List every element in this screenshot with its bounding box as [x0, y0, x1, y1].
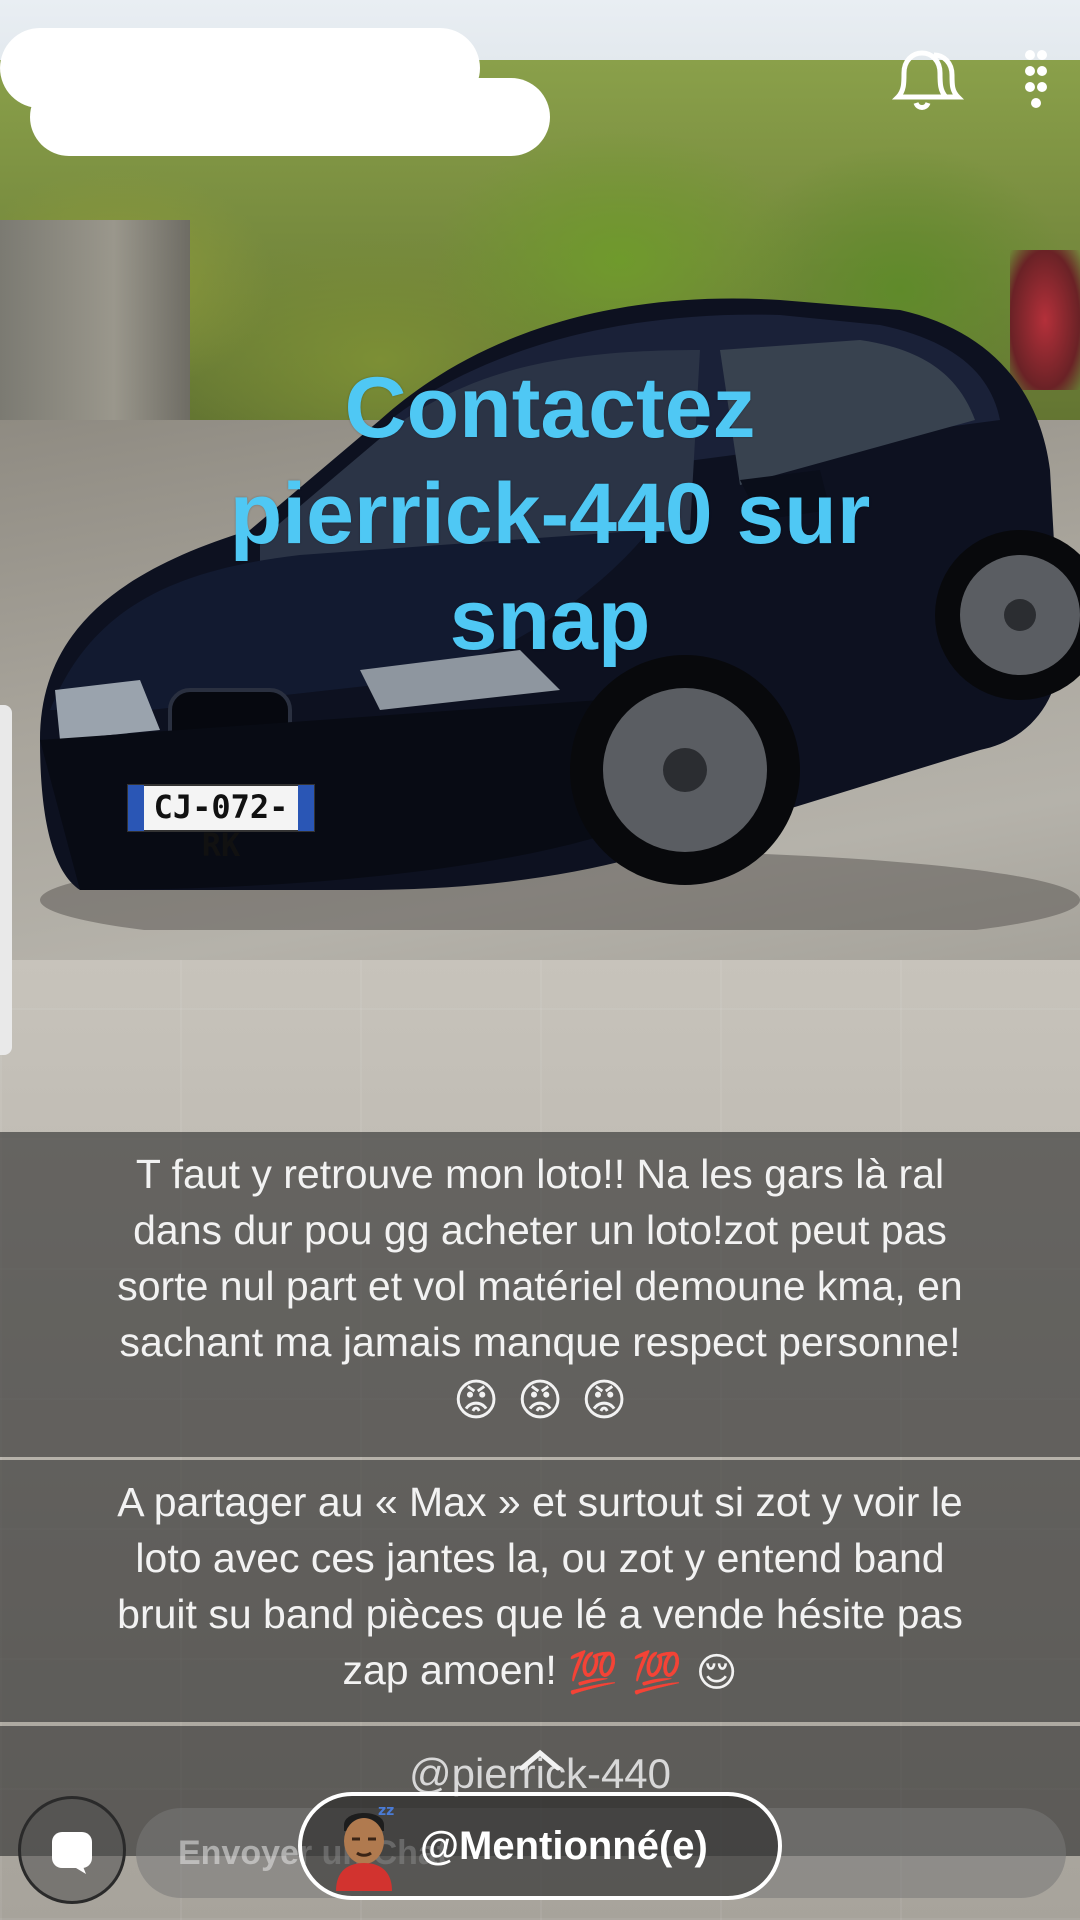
angry-emoji-row: 😡 😡 😡 [451, 1376, 629, 1426]
bitmoji-avatar: zz [336, 1803, 394, 1891]
camera-button[interactable] [18, 1796, 126, 1904]
mention-button-label: @Mentionné(e) [420, 1823, 708, 1868]
caption-2-line-4-wrap: zap amoen! 💯 💯 😌 [24, 1642, 1056, 1701]
caption-2-line-4: zap amoen! [342, 1647, 557, 1693]
chevron-up-icon[interactable] [518, 1748, 562, 1772]
angry-emoji-icon: 😡 [453, 1376, 499, 1426]
camera-icon [52, 1832, 92, 1874]
caption-2-line-3: bruit su band pièces que lé a vende hési… [117, 1591, 963, 1637]
caption-1-line-2: dans dur pou gg acheter un loto!zot peut… [133, 1207, 947, 1253]
overlay-line-3: snap [449, 572, 651, 668]
caption-2-line-2: loto avec ces jantes la, ou zot y entend… [135, 1535, 945, 1581]
caption-1-line-4: sachant ma jamais manque respect personn… [119, 1319, 961, 1365]
top-toolbar [882, 40, 1056, 120]
more-dots-icon[interactable] [1016, 40, 1056, 120]
svg-text:zz: zz [378, 1803, 394, 1819]
notification-bell-icon[interactable] [882, 40, 972, 120]
license-plate-text: CJ-072-RK [153, 788, 289, 864]
caption-block-1: T faut y retrouve mon loto!! Na les gars… [0, 1132, 1080, 1457]
redacted-username-2 [30, 78, 550, 156]
mention-button[interactable]: zz @Mentionné(e) [298, 1792, 782, 1900]
caption-1-line-1: T faut y retrouve mon loto!! Na les gars… [135, 1151, 945, 1197]
overlay-title: Contactez pierrick-440 sur snap [140, 355, 960, 673]
hundred-emoji-icon: 💯 [631, 1651, 682, 1696]
angry-emoji-icon: 😡 [581, 1376, 627, 1426]
overlay-line-2: pierrick-440 sur [229, 466, 871, 562]
hundred-emoji-row: 💯 💯 😌 [568, 1645, 737, 1701]
angry-emoji-icon: 😡 [517, 1376, 563, 1426]
caption-1-line-3: sorte nul part et vol matériel demoune k… [117, 1263, 963, 1309]
overlay-line-1: Contactez [344, 360, 756, 456]
relieved-emoji-icon: 😌 [695, 1651, 738, 1696]
caption-block-2: A partager au « Max » et surtout si zot … [0, 1460, 1080, 1722]
caption-2-line-1: A partager au « Max » et surtout si zot … [117, 1479, 963, 1525]
hundred-emoji-icon: 💯 [568, 1651, 618, 1696]
side-scroll-handle[interactable] [0, 705, 12, 1055]
